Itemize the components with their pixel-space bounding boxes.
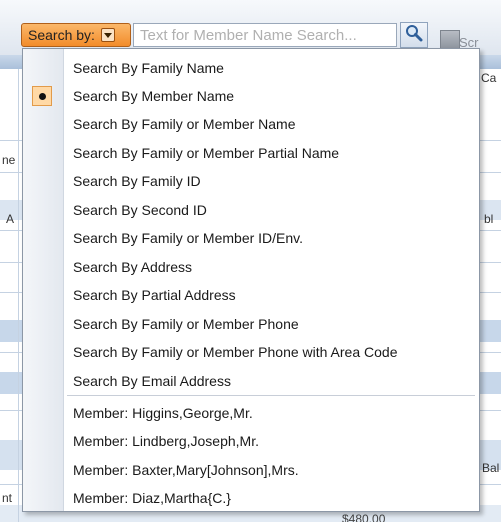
search-button[interactable] — [400, 22, 428, 48]
recent-member-item[interactable]: Member: Baxter,Mary[Johnson],Mrs. — [23, 456, 479, 484]
menu-item-label: Member: Diaz,Martha{C.} — [73, 490, 231, 506]
chevron-down-icon — [100, 28, 115, 42]
search-icon — [405, 24, 423, 46]
menu-item-label: Member: Higgins,George,Mr. — [73, 405, 253, 421]
menu-item-email[interactable]: Search By Email Address — [23, 367, 479, 395]
menu-item-phone-area-code[interactable]: Search By Family or Member Phone with Ar… — [23, 338, 479, 366]
menu-item-label: Search By Email Address — [73, 373, 231, 389]
menu-item-phone[interactable]: Search By Family or Member Phone — [23, 310, 479, 338]
selected-radio-icon — [32, 86, 52, 106]
menu-item-label: Search By Family or Member Partial Name — [73, 145, 340, 161]
grid-fragment: bl — [484, 212, 494, 226]
menu-item-id-env[interactable]: Search By Family or Member ID/Env. — [23, 224, 479, 252]
menu-item-label: Search By Partial Address — [73, 287, 236, 303]
menu-item-label: Search By Family Name — [73, 60, 224, 76]
menu-item-label: Search By Second ID — [73, 202, 207, 218]
search-by-button[interactable]: Search by: — [21, 23, 131, 47]
menu-item-member-name[interactable]: Search By Member Name — [23, 82, 479, 110]
grid-fragment: ne — [2, 153, 16, 167]
menu-item-label: Search By Family ID — [73, 173, 201, 189]
grid-fragment: A — [6, 212, 15, 226]
menu-separator — [67, 395, 475, 396]
menu-item-label: Search By Address — [73, 259, 193, 275]
menu-item-label: Search By Family or Member Phone with Ar… — [73, 344, 398, 360]
header-fragment: Ca — [481, 71, 497, 85]
amount-fragment: $480.00 — [342, 512, 386, 522]
grid-fragment: nt — [2, 491, 13, 505]
menu-item-family-id[interactable]: Search By Family ID — [23, 167, 479, 195]
menu-item-family-name[interactable]: Search By Family Name — [23, 54, 479, 82]
recent-member-item[interactable]: Member: Lindberg,Joseph,Mr. — [23, 427, 479, 455]
screen-button[interactable] — [440, 30, 460, 50]
menu-item-label: Search By Family or Member Phone — [73, 316, 299, 332]
recent-member-item[interactable]: Member: Diaz,Martha{C.} — [23, 484, 479, 512]
menu-item-label: Search By Family or Member Name — [73, 116, 296, 132]
menu-item-address[interactable]: Search By Address — [23, 253, 479, 281]
menu-item-family-or-member-name[interactable]: Search By Family or Member Name — [23, 110, 479, 138]
menu-item-label: Search By Member Name — [73, 88, 235, 104]
grid-fragment: Bal — [482, 461, 500, 475]
menu-item-partial-address[interactable]: Search By Partial Address — [23, 281, 479, 309]
search-input[interactable] — [133, 23, 397, 47]
menu-item-label: Search By Family or Member ID/Env. — [73, 230, 304, 246]
menu-item-second-id[interactable]: Search By Second ID — [23, 196, 479, 224]
menu-item-label: Member: Lindberg,Joseph,Mr. — [73, 433, 259, 449]
menu-item-label: Member: Baxter,Mary[Johnson],Mrs. — [73, 462, 299, 478]
recent-member-item[interactable]: Member: Higgins,George,Mr. — [23, 399, 479, 427]
search-type-dropdown: Search By Family Name Search By Member N… — [22, 48, 480, 512]
search-by-label: Search by: — [28, 27, 95, 43]
menu-item-partial-name[interactable]: Search By Family or Member Partial Name — [23, 139, 479, 167]
